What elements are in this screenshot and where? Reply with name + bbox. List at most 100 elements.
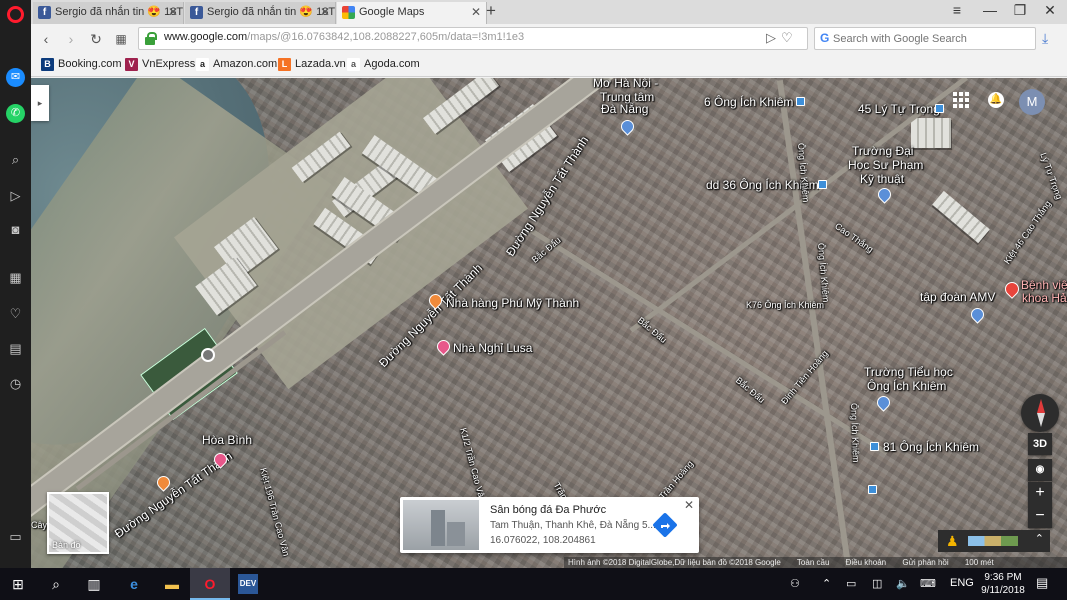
my-location-icon[interactable]: ◉ [1028,459,1052,481]
battery-icon[interactable]: ▭ [846,577,856,590]
edge-app[interactable]: e [114,568,154,600]
bookmark-booking[interactable]: B Booking.com [41,58,122,71]
restore-icon[interactable]: ❐ [1005,2,1035,19]
map-label[interactable]: Nhà Nghỉ Lusa [453,341,532,355]
map-label[interactable]: Bệnh viện [1021,278,1067,292]
chevron-up-icon[interactable]: ⌃ [1035,532,1044,545]
search-input[interactable] [833,30,1031,47]
devc-app[interactable]: DEV [228,568,268,600]
forward-icon[interactable]: › [62,30,80,48]
search-box[interactable]: G [814,27,1036,50]
place-marker-icon[interactable] [618,117,637,136]
network-icon[interactable]: ◫ [872,577,882,590]
window-close-icon[interactable]: ✕ [1035,2,1065,19]
attribution-link[interactable]: Toàn cầu [797,558,829,567]
hospital-marker-icon[interactable] [1002,279,1022,299]
map-label[interactable]: khoa Hả [1022,291,1067,305]
company-marker-icon[interactable] [968,305,987,324]
view-3d-button[interactable]: 3D [1028,433,1052,455]
directions-icon[interactable] [653,513,677,537]
back-icon[interactable]: ‹ [37,30,55,48]
bookmark-vnexpress[interactable]: V VnExpress [125,58,195,71]
search-icon[interactable]: ⌕ [46,574,66,594]
messenger-icon[interactable]: ✉ [6,68,25,87]
bookmark-heart-icon[interactable]: ♡ [781,30,793,46]
map-label[interactable]: Hòa Bình [202,433,252,447]
reload-icon[interactable]: ↻ [87,30,105,48]
bookmark-amazon[interactable]: a Amazon.com [196,58,277,71]
compass-icon[interactable] [1021,394,1059,432]
google-apps-icon[interactable] [953,92,971,110]
url-text[interactable]: www.google.com/maps/@16.0763842,108.2088… [164,31,524,43]
zoom-out-icon[interactable]: − [1028,505,1052,527]
bus-stop-icon[interactable] [818,180,827,189]
terms-link[interactable]: Điều khoản [846,558,886,567]
minimize-icon[interactable]: — [975,2,1005,18]
speed-dial-icon[interactable]: ▦ [6,268,25,287]
tab-facebook-2[interactable]: f Sergio đã nhắn tin 😍 18T ✕ [185,2,336,24]
side-panel-toggle[interactable]: ▸ [31,85,49,121]
hotel-marker-icon[interactable] [434,337,453,356]
sidebar-toggle-icon[interactable]: ▭ [6,527,25,546]
zoom-in-icon[interactable]: + [1028,482,1052,504]
school-marker-icon[interactable] [874,393,893,412]
action-center-icon[interactable]: ▤ [1036,575,1048,591]
school-marker-icon[interactable] [875,185,894,204]
place-name[interactable]: Sân bóng đá Đa Phước [490,504,606,516]
avatar[interactable]: M [1019,89,1045,115]
pegman-icon[interactable]: ♟ [946,533,959,550]
volume-icon[interactable]: 🔈 [896,577,910,590]
close-icon[interactable]: ✕ [684,498,694,512]
send-to-icon[interactable]: ▷ [766,30,776,46]
keyboard-icon[interactable]: ⌨ [920,577,936,590]
language-indicator[interactable]: ENG [950,577,974,589]
history-icon[interactable]: ◷ [6,374,25,393]
send-icon[interactable]: ▷ [6,186,25,205]
tabs-grid-icon[interactable]: ▦ [112,30,130,48]
bus-stop-icon[interactable] [935,104,944,113]
tab-google-maps[interactable]: Google Maps ✕ [337,2,487,24]
street-label: Kiệt 196 Trần Cao Vân [258,466,292,558]
whatsapp-icon[interactable]: ✆ [6,104,25,123]
tab-menu-icon[interactable]: ≡ [942,2,972,18]
download-icon[interactable]: ⤓ [1042,30,1048,47]
feedback-link[interactable]: Gửi phản hồi [902,558,948,567]
heart-icon[interactable]: ♡ [6,304,25,323]
windows-start-icon[interactable]: ⊞ [8,574,28,594]
camera-icon[interactable]: ◙ [6,220,25,239]
tab-facebook-1[interactable]: f Sergio đã nhắn tin 😍 18T ✕ [33,2,184,24]
street-label: Bắc Đẩu [635,315,669,346]
map-label[interactable]: Nhà hàng Phú Mỹ Thành [446,296,579,310]
task-view-icon[interactable]: ▥ [84,574,104,594]
address-bar[interactable]: www.google.com/maps/@16.0763842,108.2088… [138,27,808,50]
bookmark-agoda[interactable]: a Agoda.com [347,58,420,71]
place-card[interactable]: Sân bóng đá Đa Phước Tam Thuận, Thanh Kh… [400,497,699,553]
clock[interactable]: 9:36 PM 9/11/2018 [975,571,1031,597]
close-icon[interactable]: ✕ [168,2,178,22]
bus-stop-icon[interactable] [870,442,879,451]
close-icon[interactable]: ✕ [471,2,481,22]
map-label[interactable]: 81 Ông Ích Khiêm [883,440,979,454]
map-label[interactable]: tập đoàn AMV [920,290,995,304]
news-icon[interactable]: ▤ [6,339,25,358]
map-label[interactable]: 45 Lý Tự Trọng [858,102,940,116]
bus-stop-icon[interactable] [868,485,877,494]
satellite-map[interactable]: ▸ Mơ Hà Nội - Trung tâm Đà Nẵng 6 Ông Íc… [31,78,1067,569]
imagery-thumbnails[interactable] [968,536,1018,546]
chevron-up-icon[interactable]: ⌃ [822,577,831,590]
search-icon[interactable]: ⌕ [6,150,25,169]
opera-app[interactable]: O [190,568,230,600]
place-photo[interactable] [403,500,479,550]
close-icon[interactable]: ✕ [320,2,330,22]
map-label[interactable]: 6 Ông Ích Khiêm [704,95,793,109]
scale-label[interactable]: 100 mét [965,558,994,567]
explorer-app[interactable]: ▬ [152,568,192,600]
place-marker-icon[interactable] [201,348,215,362]
opera-logo-icon[interactable] [7,6,24,23]
bus-stop-icon[interactable] [796,97,805,106]
map-type-toggle[interactable]: Bản đồ [47,492,109,554]
notifications-icon[interactable]: 🔔 [988,92,1004,108]
bookmark-lazada[interactable]: L Lazada.vn [278,58,346,71]
new-tab-icon[interactable]: + [486,1,496,21]
people-icon[interactable]: ⚇ [790,577,800,590]
